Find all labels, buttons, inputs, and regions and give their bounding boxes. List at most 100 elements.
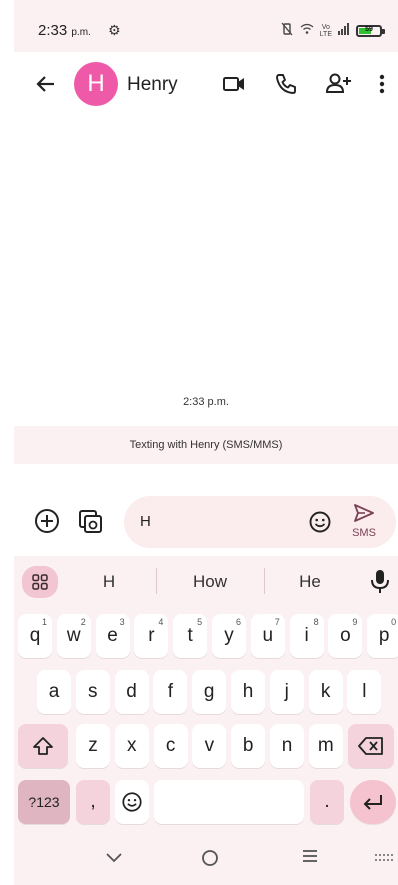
send-icon xyxy=(354,504,374,522)
status-icons: Vo LTE 59 xyxy=(280,22,385,39)
key-w[interactable]: w2 xyxy=(56,614,91,658)
suggestion-divider xyxy=(264,568,265,594)
key-g[interactable]: g xyxy=(192,670,227,714)
key-letter: i xyxy=(304,625,309,646)
key-u[interactable]: u7 xyxy=(250,614,285,658)
key-letter: p xyxy=(378,625,390,646)
key-number-hint: 4 xyxy=(158,617,164,627)
shift-key[interactable] xyxy=(18,724,68,768)
key-number-hint: 8 xyxy=(313,617,319,627)
conversation-area: 2:33 p.m. Texting with Henry (SMS/MMS) xyxy=(14,116,398,492)
message-timestamp: 2:33 p.m. xyxy=(183,396,229,408)
key-p[interactable]: p0 xyxy=(367,614,398,658)
key-number-hint: 0 xyxy=(391,617,397,627)
recent-apps-icon[interactable] xyxy=(298,848,322,872)
video-call-icon[interactable] xyxy=(220,70,248,98)
symbols-key[interactable]: ?123 xyxy=(18,780,70,824)
gallery-icon[interactable] xyxy=(76,506,108,538)
key-m[interactable]: m xyxy=(308,724,343,768)
key-letter: w xyxy=(66,625,81,646)
status-time-ampm: p.m. xyxy=(71,27,91,38)
suggestion-divider xyxy=(156,568,157,594)
key-f[interactable]: f xyxy=(153,670,188,714)
hide-keyboard-icon[interactable] xyxy=(102,848,126,872)
key-c[interactable]: c xyxy=(153,724,188,768)
shift-icon xyxy=(33,737,53,755)
emoji-key[interactable] xyxy=(115,780,149,824)
texting-mode-banner: Texting with Henry (SMS/MMS) xyxy=(14,426,398,464)
key-r[interactable]: r4 xyxy=(134,614,169,658)
vibrate-icon xyxy=(280,22,294,39)
add-attachment-icon[interactable] xyxy=(32,506,64,538)
home-icon[interactable] xyxy=(198,848,222,872)
key-z[interactable]: z xyxy=(76,724,110,768)
comma-key[interactable]: , xyxy=(76,780,110,824)
key-j[interactable]: j xyxy=(269,670,304,714)
key-number-hint: 5 xyxy=(197,617,203,627)
emoji-key-icon xyxy=(122,792,142,812)
suggestion-1[interactable]: H xyxy=(69,572,149,592)
volte-top: Vo xyxy=(321,23,330,31)
signal-icon xyxy=(338,23,350,38)
key-letter: e xyxy=(107,625,118,646)
keyboard-switch-icon[interactable] xyxy=(372,848,396,872)
key-h[interactable]: h xyxy=(231,670,265,714)
key-number-hint: 9 xyxy=(352,617,358,627)
key-letter: t xyxy=(187,625,193,646)
key-letter: y xyxy=(224,625,234,646)
send-sms-button[interactable]: SMS xyxy=(344,502,384,544)
gear-icon: ⚙ xyxy=(108,22,121,38)
key-number-hint: 6 xyxy=(235,617,241,627)
key-k[interactable]: k xyxy=(308,670,343,714)
key-a[interactable]: a xyxy=(37,670,71,714)
key-letter: r xyxy=(148,625,155,646)
key-y[interactable]: y6 xyxy=(212,614,246,658)
key-l[interactable]: l xyxy=(347,670,382,714)
battery-level: 59 xyxy=(365,25,373,33)
keyboard: H How He q1w2e3r4t5y6u7i8o9p0asdfghjklzx… xyxy=(14,556,398,885)
key-letter: o xyxy=(340,625,351,646)
key-n[interactable]: n xyxy=(270,724,304,768)
key-x[interactable]: x xyxy=(114,724,149,768)
suggestion-3[interactable]: He xyxy=(270,572,350,592)
send-label: SMS xyxy=(352,527,376,539)
space-key[interactable] xyxy=(154,780,304,824)
key-number-hint: 3 xyxy=(119,617,125,627)
key-letter: q xyxy=(29,625,41,646)
suggestion-2[interactable]: How xyxy=(170,572,250,592)
navigation-bar xyxy=(14,836,398,885)
status-time-value: 2:33 xyxy=(38,22,68,39)
wifi-icon xyxy=(300,23,314,38)
key-q[interactable]: q1 xyxy=(18,614,52,658)
message-input[interactable]: H SMS xyxy=(124,496,396,548)
key-t[interactable]: t5 xyxy=(173,614,208,658)
phone-call-icon[interactable] xyxy=(272,70,300,98)
key-o[interactable]: o9 xyxy=(328,614,363,658)
period-key[interactable]: . xyxy=(310,780,344,824)
key-e[interactable]: e3 xyxy=(95,614,130,658)
key-letter: u xyxy=(262,625,274,646)
key-v[interactable]: v xyxy=(192,724,227,768)
compose-bar: H SMS xyxy=(14,492,398,554)
key-d[interactable]: d xyxy=(114,670,149,714)
contact-avatar[interactable]: H xyxy=(74,62,118,106)
phone-screen: 2:33 p.m. ⚙ Vo LTE 59 H Henry 2:33 p.m. … xyxy=(14,0,398,885)
status-bar: 2:33 p.m. ⚙ Vo LTE 59 xyxy=(14,0,398,52)
backspace-icon xyxy=(358,737,383,755)
contact-name[interactable]: Henry xyxy=(127,74,178,96)
status-time: 2:33 p.m. xyxy=(38,22,91,39)
key-s[interactable]: s xyxy=(75,670,110,714)
key-i[interactable]: i8 xyxy=(289,614,324,658)
more-options-icon[interactable] xyxy=(372,70,392,98)
emoji-icon[interactable] xyxy=(308,510,332,534)
keyboard-menu-icon[interactable] xyxy=(22,566,58,598)
key-b[interactable]: b xyxy=(231,724,266,768)
volte-bottom: LTE xyxy=(319,30,332,38)
microphone-icon[interactable] xyxy=(368,568,392,594)
message-text: H xyxy=(140,513,151,530)
backspace-key[interactable] xyxy=(348,724,394,768)
add-person-icon[interactable] xyxy=(324,70,352,98)
back-arrow-icon[interactable] xyxy=(32,70,60,98)
enter-key[interactable] xyxy=(350,780,396,824)
suggestion-strip: H How He xyxy=(14,556,398,608)
